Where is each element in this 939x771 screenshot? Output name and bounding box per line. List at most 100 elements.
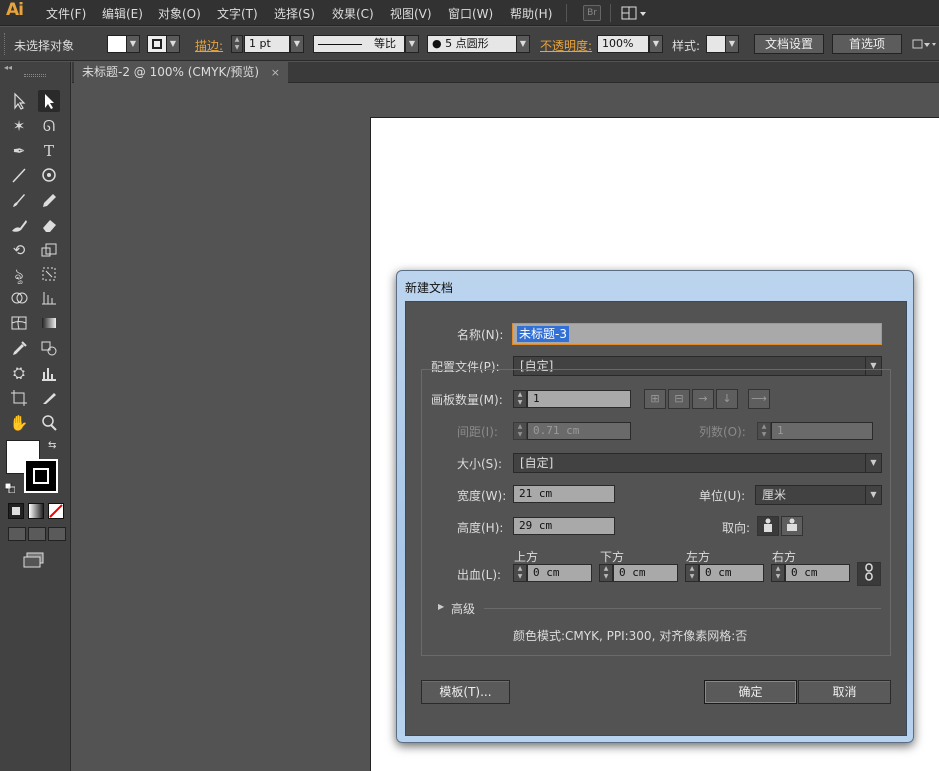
stroke-label[interactable]: 描边:: [195, 37, 223, 54]
right-to-left-layout-icon[interactable]: ⟶: [748, 389, 770, 409]
none-mode-icon[interactable]: [48, 503, 64, 519]
style-swatch[interactable]: [706, 35, 726, 53]
advanced-toggle[interactable]: 高级: [451, 600, 475, 617]
opacity-dropdown[interactable]: ▼: [649, 35, 663, 53]
perspective-grid-tool-icon[interactable]: [38, 287, 60, 309]
preferences-button[interactable]: 首选项: [832, 34, 902, 54]
link-bleed-icon[interactable]: [857, 562, 881, 586]
pen-tool-icon[interactable]: ✒: [8, 140, 30, 162]
landscape-orientation-icon[interactable]: [781, 516, 803, 536]
spacing-input[interactable]: 0.71 cm: [527, 422, 631, 440]
document-setup-button[interactable]: 文档设置: [754, 34, 824, 54]
brush-select[interactable]: ● 5 点圆形: [427, 35, 517, 53]
style-dropdown[interactable]: ▼: [725, 35, 739, 53]
ellipse-tool-icon[interactable]: [38, 164, 60, 186]
color-mode-icon[interactable]: [8, 503, 24, 519]
menu-help[interactable]: 帮助(H): [510, 5, 552, 22]
menu-edit[interactable]: 编辑(E): [102, 5, 143, 22]
shape-builder-tool-icon[interactable]: [8, 287, 30, 309]
gradient-tool-icon[interactable]: [38, 312, 60, 334]
cancel-button[interactable]: 取消: [798, 680, 891, 704]
zoom-tool-icon[interactable]: [38, 412, 60, 434]
arrange-documents-icon[interactable]: [912, 37, 936, 53]
columns-stepper[interactable]: ▲ ▼: [757, 422, 771, 440]
portrait-orientation-icon[interactable]: [757, 516, 779, 536]
draw-behind-icon[interactable]: [28, 527, 46, 541]
bridge-button[interactable]: Br: [583, 5, 601, 21]
stroke-weight-dropdown[interactable]: ▼: [290, 35, 304, 53]
slice-tool-icon[interactable]: [38, 387, 60, 409]
stroke-dropdown[interactable]: ▼: [166, 35, 180, 53]
menu-type[interactable]: 文字(T): [217, 5, 258, 22]
name-input[interactable]: 未标题-3: [512, 323, 882, 345]
document-tab-close-icon[interactable]: ×: [271, 62, 280, 83]
menu-select[interactable]: 选择(S): [274, 5, 315, 22]
bleed-bottom-stepper[interactable]: ▲ ▼: [599, 564, 613, 582]
opacity-label[interactable]: 不透明度:: [540, 37, 592, 54]
arrange-by-column-icon[interactable]: ↓: [716, 389, 738, 409]
bleed-bottom-input[interactable]: 0 cm: [613, 564, 678, 582]
stroke-profile-dropdown[interactable]: ▼: [405, 35, 419, 53]
ok-button[interactable]: 确定: [704, 680, 797, 704]
bleed-right-stepper[interactable]: ▲ ▼: [771, 564, 785, 582]
menu-window[interactable]: 窗口(W): [448, 5, 493, 22]
rotate-tool-icon[interactable]: ⟲: [8, 239, 30, 261]
menu-object[interactable]: 对象(O): [158, 5, 201, 22]
type-tool-icon[interactable]: T: [38, 140, 60, 162]
line-segment-tool-icon[interactable]: [8, 164, 30, 186]
artboards-stepper[interactable]: ▲ ▼: [513, 390, 527, 408]
spacing-stepper[interactable]: ▲ ▼: [513, 422, 527, 440]
bleed-left-input[interactable]: 0 cm: [699, 564, 764, 582]
eyedropper-tool-icon[interactable]: [8, 337, 30, 359]
free-transform-tool-icon[interactable]: [38, 263, 60, 285]
blend-tool-icon[interactable]: [38, 337, 60, 359]
stroke-stepper[interactable]: ▲ ▼: [231, 35, 243, 53]
columns-input[interactable]: 1: [771, 422, 873, 440]
workspace-switcher[interactable]: [621, 4, 649, 22]
bleed-top-stepper[interactable]: ▲ ▼: [513, 564, 527, 582]
gradient-mode-icon[interactable]: [28, 503, 44, 519]
screen-mode-icon[interactable]: [22, 552, 46, 568]
templates-button[interactable]: 模板(T)...: [421, 680, 510, 704]
default-fill-stroke-icon[interactable]: [4, 482, 16, 494]
lasso-tool-icon[interactable]: ᘏ: [38, 115, 60, 137]
grid-by-column-icon[interactable]: ⊟: [668, 389, 690, 409]
size-select[interactable]: [自定] ▼: [513, 453, 882, 473]
brush-dropdown[interactable]: ▼: [516, 35, 530, 53]
paintbrush-tool-icon[interactable]: [8, 189, 30, 211]
panel-collapse-button[interactable]: ◂◂: [4, 63, 12, 72]
height-input[interactable]: 29 cm: [513, 517, 615, 535]
arrange-by-row-icon[interactable]: →: [692, 389, 714, 409]
stroke-profile-select[interactable]: 等比: [313, 35, 405, 53]
stroke-weight-input[interactable]: 1 pt: [244, 35, 290, 53]
document-tab[interactable]: 未标题-2 @ 100% (CMYK/预览) ×: [74, 62, 288, 83]
swap-fill-stroke-icon[interactable]: ⇆: [48, 440, 56, 451]
artboard-tool-icon[interactable]: [8, 387, 30, 409]
symbol-sprayer-tool-icon[interactable]: ⛭: [8, 362, 30, 384]
fill-swatch[interactable]: [107, 35, 127, 53]
bleed-top-input[interactable]: 0 cm: [527, 564, 592, 582]
scale-tool-icon[interactable]: [38, 239, 60, 261]
width-input[interactable]: 21 cm: [513, 485, 615, 503]
menu-file[interactable]: 文件(F): [46, 5, 86, 22]
expand-triangle-icon[interactable]: ▶: [438, 602, 444, 611]
mesh-tool-icon[interactable]: [8, 312, 30, 334]
opacity-input[interactable]: 100%: [597, 35, 649, 53]
menu-view[interactable]: 视图(V): [390, 5, 432, 22]
menu-effect[interactable]: 效果(C): [332, 5, 374, 22]
units-select[interactable]: 厘米 ▼: [755, 485, 882, 505]
column-graph-tool-icon[interactable]: [38, 362, 60, 384]
pencil-tool-icon[interactable]: [38, 189, 60, 211]
draw-normal-icon[interactable]: [8, 527, 26, 541]
grid-by-row-icon[interactable]: ⊞: [644, 389, 666, 409]
draw-inside-icon[interactable]: [48, 527, 66, 541]
artboards-input[interactable]: 1: [527, 390, 631, 408]
selection-tool-icon[interactable]: [8, 90, 30, 112]
eraser-tool-icon[interactable]: [38, 214, 60, 236]
direct-selection-tool-icon[interactable]: [38, 90, 60, 112]
magic-wand-tool-icon[interactable]: ✶: [8, 115, 30, 137]
stroke-color-swatch[interactable]: [24, 459, 58, 493]
bleed-right-input[interactable]: 0 cm: [785, 564, 850, 582]
fill-dropdown[interactable]: ▼: [126, 35, 140, 53]
control-bar-grip[interactable]: [4, 33, 7, 55]
